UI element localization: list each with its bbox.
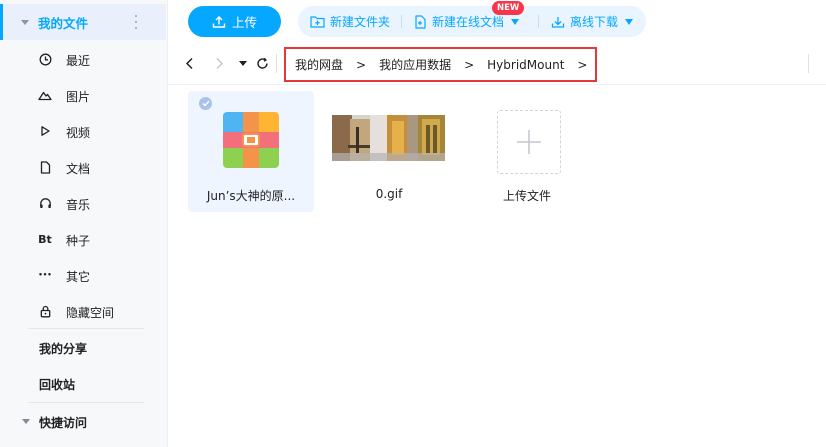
- breadcrumb-item[interactable]: 我的网盘: [295, 56, 343, 73]
- file-name: 0.gif: [375, 187, 403, 201]
- toolbar-actions: 新建文件夹 新建在线文档 离线下载: [298, 6, 646, 37]
- caret-down-icon: [239, 60, 247, 66]
- sidebar-item-images[interactable]: 图片: [0, 77, 166, 113]
- collapse-triangle-icon[interactable]: [21, 19, 29, 25]
- sidebar-item-videos[interactable]: 视频: [0, 113, 166, 149]
- file-item-gif[interactable]: 0.gif: [326, 91, 452, 212]
- document-icon: [38, 160, 52, 174]
- lock-icon: [38, 304, 52, 318]
- sidebar: 我的文件 最近 图片 视频 文档 音乐 Bt 种子 ••• 其它 隐藏空间 我的…: [0, 0, 168, 447]
- upload-file-label: 上传文件: [502, 189, 551, 203]
- breadcrumb-item[interactable]: 我的应用数据: [379, 56, 451, 73]
- sidebar-item-hidden-space[interactable]: 隐藏空间: [0, 293, 166, 329]
- address-bar-underline: [168, 84, 826, 85]
- download-icon: [551, 16, 565, 28]
- breadcrumb: 我的网盘 > 我的应用数据 > HybridMount >: [284, 47, 597, 82]
- sidebar-item-label: 其它: [66, 270, 91, 284]
- new-badge: NEW: [492, 1, 525, 15]
- chevron-left-icon: [185, 57, 193, 69]
- offline-download-button[interactable]: 离线下载: [551, 6, 634, 37]
- sidebar-item-my-share[interactable]: 我的分享: [0, 329, 166, 365]
- address-divider: [808, 54, 809, 73]
- breadcrumb-separator: >: [464, 57, 475, 72]
- sidebar-item-others[interactable]: ••• 其它: [0, 257, 166, 293]
- sidebar-item-label: 视频: [66, 126, 91, 140]
- sidebar-item-music[interactable]: 音乐: [0, 185, 166, 221]
- sidebar-item-label: 种子: [66, 234, 91, 248]
- new-folder-label: 新建文件夹: [330, 15, 391, 29]
- gif-thumbnail: [332, 115, 445, 161]
- file-item-zip[interactable]: Jun’s大神的原...: [188, 91, 314, 212]
- sidebar-item-recent[interactable]: 最近: [0, 41, 166, 77]
- bt-icon: Bt: [38, 232, 52, 246]
- sidebar-item-label: 文档: [66, 162, 91, 176]
- file-name: Jun’s大神的原...: [206, 189, 296, 203]
- plus-icon: [517, 130, 541, 154]
- upload-file-box[interactable]: [497, 110, 561, 174]
- sidebar-item-torrents[interactable]: Bt 种子: [0, 221, 166, 257]
- sidebar-item-label: 最近: [66, 54, 91, 68]
- chevron-down-icon[interactable]: [511, 18, 520, 25]
- sidebar-item-label: 快捷访问: [39, 416, 88, 430]
- checkmark-icon[interactable]: [199, 97, 212, 110]
- new-doc-icon: [415, 14, 426, 29]
- sidebar-item-label: 回收站: [39, 378, 76, 392]
- toolbar-divider: [538, 15, 539, 28]
- more-options-icon[interactable]: [135, 15, 138, 29]
- new-folder-button[interactable]: 新建文件夹: [310, 6, 390, 37]
- sidebar-item-label: 图片: [66, 90, 91, 104]
- sidebar-item-label: 我的文件: [38, 15, 89, 31]
- back-button[interactable]: [181, 55, 197, 71]
- more-icon: •••: [38, 271, 52, 279]
- upload-file-tile[interactable]: 上传文件: [464, 91, 590, 212]
- breadcrumb-item[interactable]: HybridMount: [487, 58, 564, 72]
- sidebar-item-quick-access[interactable]: 快捷访问: [0, 403, 166, 439]
- new-folder-icon: [310, 16, 325, 28]
- sidebar-item-my-files[interactable]: 我的文件: [0, 4, 166, 40]
- clock-icon: [38, 52, 52, 66]
- refresh-icon: [256, 57, 268, 69]
- breadcrumb-separator[interactable]: >: [577, 58, 587, 72]
- address-divider: [276, 54, 277, 73]
- upload-button-label: 上传: [231, 16, 257, 30]
- upload-icon: [212, 15, 226, 28]
- forward-button[interactable]: [211, 55, 227, 71]
- toolbar-divider: [401, 15, 402, 28]
- sidebar-item-label: 隐藏空间: [66, 306, 115, 320]
- breadcrumb-separator: >: [356, 57, 367, 72]
- sidebar-item-label: 我的分享: [39, 342, 88, 356]
- history-dropdown-button[interactable]: [235, 55, 251, 71]
- mountain-icon: [38, 88, 52, 102]
- zip-archive-icon: [223, 112, 279, 168]
- offline-download-label: 离线下载: [570, 15, 619, 29]
- refresh-button[interactable]: [254, 55, 270, 71]
- collapse-triangle-icon[interactable]: [22, 419, 30, 424]
- sidebar-item-recycle-bin[interactable]: 回收站: [0, 365, 166, 401]
- new-online-doc-label: 新建在线文档: [432, 15, 505, 29]
- headphones-icon: [38, 196, 52, 210]
- sidebar-item-documents[interactable]: 文档: [0, 149, 166, 185]
- sidebar-item-label: 音乐: [66, 198, 91, 212]
- upload-button[interactable]: 上传: [188, 6, 281, 37]
- chevron-down-icon[interactable]: [625, 18, 634, 25]
- chevron-right-icon: [215, 57, 223, 69]
- play-icon: [38, 124, 52, 138]
